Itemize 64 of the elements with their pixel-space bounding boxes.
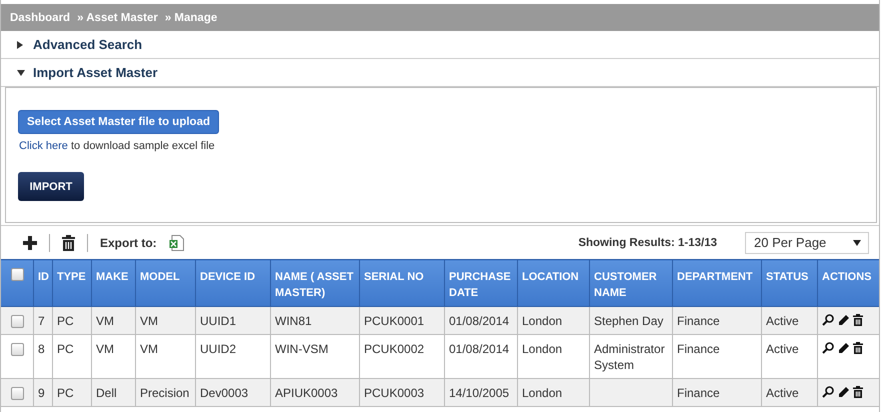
trash-icon[interactable] <box>62 234 75 250</box>
table-cell: London <box>518 378 590 406</box>
table-cell: VM <box>136 306 196 334</box>
export-label: Export to: <box>100 236 157 250</box>
results-count: Showing Results: 1-13/13 <box>578 236 717 248</box>
table-cell: PCUK0003 <box>360 378 444 406</box>
select-all-checkbox[interactable] <box>10 268 24 281</box>
table-cell: PC <box>52 306 92 334</box>
column-header: SERIAL NO <box>360 260 444 306</box>
table-cell: Dell <box>92 378 136 406</box>
table-cell: Active <box>762 306 818 334</box>
download-link[interactable]: Click here <box>19 140 68 152</box>
column-header: ACTIONS <box>818 260 879 306</box>
column-header: DEVICE ID <box>196 260 270 306</box>
table-cell: Finance <box>672 378 762 406</box>
table-cell: 9 <box>34 378 52 406</box>
column-header: MODEL <box>136 260 196 306</box>
column-header: STATUS <box>762 260 818 306</box>
add-icon[interactable] <box>23 236 37 250</box>
upload-button[interactable]: Select Asset Master file to upload <box>18 110 219 134</box>
column-header: CUSTOMER NAME <box>590 260 672 306</box>
section-header[interactable]: Import Asset Master <box>1 59 879 87</box>
table-cell: PC <box>52 378 92 406</box>
excel-file-icon[interactable] <box>168 234 184 250</box>
table-cell: Finance <box>672 306 762 334</box>
caret-icon <box>853 240 861 246</box>
table-cell: Stephen Day <box>590 306 672 334</box>
column-header: NAME ( ASSET MASTER) <box>270 260 360 306</box>
search-icon[interactable] <box>822 386 834 398</box>
column-header: TYPE <box>52 260 92 306</box>
row-checkbox[interactable] <box>10 343 24 356</box>
table-cell: Active <box>762 378 818 406</box>
table-cell: 01/08/2014 <box>444 306 518 334</box>
table-cell: Dev0003 <box>196 378 270 406</box>
search-icon[interactable] <box>822 342 834 354</box>
table-cell: 7 <box>34 306 52 334</box>
column-header: DEPARTMENT <box>672 260 762 306</box>
table-cell: 14/10/2005 <box>444 378 518 406</box>
column-header: LOCATION <box>518 260 590 306</box>
table-cell: VM <box>92 306 136 334</box>
row-checkbox[interactable] <box>10 315 24 328</box>
per-page-select[interactable]: 20 Per Page <box>745 232 869 254</box>
trash-icon[interactable] <box>853 342 863 354</box>
table-cell: London <box>518 306 590 334</box>
section-header[interactable]: Advanced Search <box>1 31 879 59</box>
row-checkbox[interactable] <box>10 387 24 400</box>
table-cell: Precision <box>136 378 196 406</box>
download-text: to download sample excel file <box>70 140 215 152</box>
import-button[interactable]: IMPORT <box>18 172 84 201</box>
column-header: PURCHASE DATE <box>444 260 518 306</box>
search-icon[interactable] <box>822 314 834 326</box>
column-header: MAKE <box>92 260 136 306</box>
expanded-triangle-icon <box>17 70 25 76</box>
pencil-icon[interactable] <box>838 314 849 326</box>
trash-icon[interactable] <box>853 386 863 398</box>
table-cell: UUID1 <box>196 306 270 334</box>
collapsed-triangle-icon <box>17 40 23 48</box>
table-cell: APIUK0003 <box>270 378 360 406</box>
table-cell: WIN81 <box>270 306 360 334</box>
pencil-icon[interactable] <box>838 342 849 354</box>
pencil-icon[interactable] <box>838 386 849 398</box>
table-cell: PCUK0001 <box>360 306 444 334</box>
trash-icon[interactable] <box>853 314 863 326</box>
column-header: ID <box>34 260 52 306</box>
